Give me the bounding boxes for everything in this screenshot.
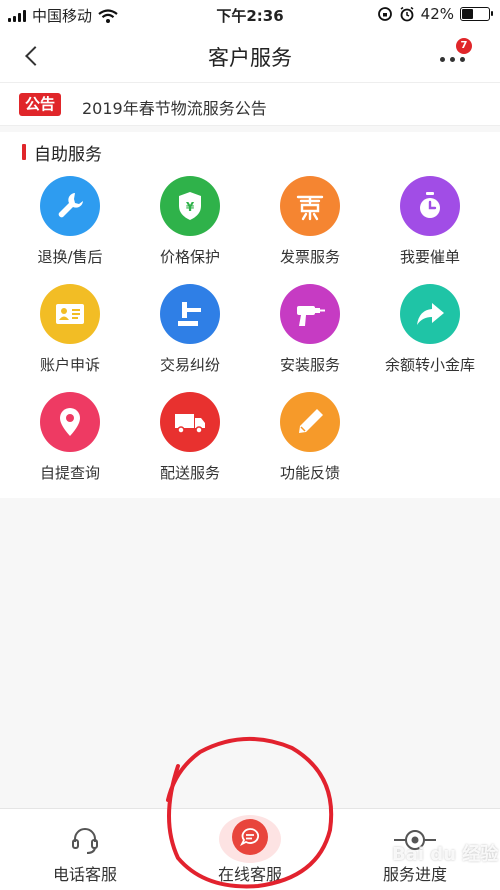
wrench-icon (58, 193, 83, 218)
service-label: 功能反馈 (279, 464, 340, 482)
service-icon-circle (400, 284, 460, 344)
tab-online-service[interactable]: 在线客服 (165, 809, 335, 890)
service-account-appeal[interactable]: 账户申诉 (10, 284, 130, 392)
service-label: 我要催单 (399, 248, 460, 266)
gavel-icon (178, 302, 201, 326)
timer-icon (420, 192, 440, 218)
battery-icon (460, 7, 493, 21)
invoice-icon (296, 195, 324, 221)
service-icon-circle (40, 284, 100, 344)
service-label: 发票服务 (279, 248, 340, 266)
share-arrow-icon (417, 303, 444, 325)
service-label: 价格保护 (159, 248, 220, 266)
service-label: 退换/售后 (37, 248, 103, 266)
drill-icon (297, 306, 325, 326)
service-transfer-vault[interactable]: 余额转小金库 (370, 284, 490, 392)
service-trade-dispute[interactable]: 交易纠纷 (130, 284, 250, 392)
service-icon-circle (400, 176, 460, 236)
service-label: 余额转小金库 (384, 356, 475, 374)
chat-bubble-icon (232, 819, 268, 855)
service-label: 账户申诉 (39, 356, 100, 374)
id-card-icon (56, 304, 84, 324)
page-title: 客户服务 (208, 46, 292, 70)
headset-icon (72, 828, 98, 854)
service-icon-circle: ¥ (160, 176, 220, 236)
section-title: 自助服务 (34, 145, 102, 165)
service-grid: 退换/售后 ¥ 价格保护 发票服务 我要催单 账户申诉 交易纠纷 安装服务 余额… (10, 176, 490, 500)
notice-text[interactable]: 2019年春节物流服务公告 (82, 95, 267, 119)
service-delivery[interactable]: 配送服务 (130, 392, 250, 500)
service-icon-circle (160, 284, 220, 344)
service-icon-circle (280, 176, 340, 236)
more-dots-icon (440, 57, 465, 62)
tab-phone-service[interactable]: 电话客服 (0, 809, 170, 890)
message-badge: 7 (456, 38, 472, 54)
service-icon-circle (40, 392, 100, 452)
rotation-lock-icon (377, 7, 392, 21)
tab-label: 在线客服 (217, 865, 282, 884)
service-returns[interactable]: 退换/售后 (10, 176, 130, 284)
watermark: Bai du 经验 (392, 844, 499, 865)
tab-label: 电话客服 (52, 865, 117, 884)
service-icon-circle (160, 392, 220, 452)
notice-tag: 公告 (19, 93, 62, 116)
price-shield-icon: ¥ (179, 192, 201, 220)
pencil-icon (299, 409, 323, 433)
location-pin-icon (60, 408, 80, 436)
service-label: 交易纠纷 (159, 356, 220, 374)
section-accent-bar (22, 144, 26, 160)
status-right: 42% (377, 5, 493, 23)
service-feedback[interactable]: 功能反馈 (250, 392, 370, 500)
service-label: 配送服务 (159, 464, 220, 482)
service-pickup-query[interactable]: 自提查询 (10, 392, 130, 500)
service-label: 自提查询 (39, 464, 100, 482)
nav-bar: 客户服务 7 (0, 30, 500, 82)
service-invoice[interactable]: 发票服务 (250, 176, 370, 284)
self-service-section: 自助服务 退换/售后 ¥ 价格保护 发票服务 我要催单 账户申诉 交易纠纷 安装… (0, 132, 500, 498)
service-price-protection[interactable]: ¥ 价格保护 (130, 176, 250, 284)
service-icon-circle (280, 284, 340, 344)
alarm-icon (400, 6, 414, 22)
service-label: 安装服务 (279, 356, 340, 374)
notice-banner[interactable]: 公告 2019年春节物流服务公告 (0, 82, 500, 126)
service-icon-circle (40, 176, 100, 236)
status-bar: 中国移动 下午2:36 42% (0, 0, 500, 30)
service-icon-circle (280, 392, 340, 452)
delivery-truck-icon (175, 414, 205, 434)
more-button[interactable]: 7 (436, 38, 476, 72)
service-installation[interactable]: 安装服务 (250, 284, 370, 392)
svg-text:¥: ¥ (186, 200, 195, 214)
battery-percent: 42% (420, 5, 454, 23)
service-urge-order[interactable]: 我要催单 (370, 176, 490, 284)
